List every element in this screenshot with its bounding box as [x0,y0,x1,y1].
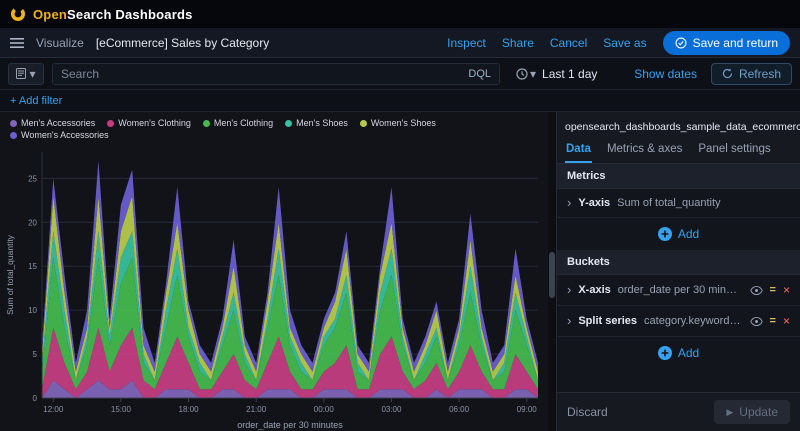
metric-row-y-axis[interactable]: › Y-axis Sum of total_quantity [557,189,800,218]
refresh-button[interactable]: Refresh [710,62,792,85]
editor-body: Metrics › Y-axis Sum of total_quantity A… [557,164,800,392]
show-dates-link[interactable]: Show dates [634,67,697,81]
remove-bucket-icon[interactable]: × [783,314,790,328]
tab-panel-settings[interactable]: Panel settings [697,139,771,163]
y-tick-label: 0 [33,394,38,403]
time-range-value[interactable]: Last 1 day [542,67,597,81]
x-tick-label: 00:00 [314,405,335,414]
eye-icon[interactable] [749,316,763,327]
legend-label: Women's Accessories [21,130,109,140]
legend-swatch [202,119,210,127]
share-link[interactable]: Share [502,36,534,50]
legend-label: Women's Clothing [118,118,191,128]
legend-item[interactable]: Women's Clothing [107,118,191,128]
legend-item[interactable]: Men's Shoes [285,118,348,128]
x-tick-label: 03:00 [381,405,402,414]
bucket-row-split-series[interactable]: › Split series category.keyword: Descend… [557,306,800,337]
vis-editor-sidebar: opensearch_dashboards_sample_data_ecomme… [556,112,800,431]
chevron-right-icon: › [567,195,572,210]
legend-item[interactable]: Women's Shoes [359,118,436,128]
add-bucket-button[interactable]: Add [557,337,800,369]
breadcrumb-visualize[interactable]: Visualize [36,36,84,50]
y-tick-label: 10 [28,306,37,315]
top-brand-bar: OpenSearch Dashboards [0,0,800,28]
check-circle-icon [675,37,687,49]
x-tick-label: 06:00 [449,405,470,414]
chart-legend: Men's Accessories Women's Clothing Men's C… [4,116,548,144]
chevron-right-icon: › [567,313,572,328]
scrollbar-thumb[interactable] [549,252,555,298]
x-tick-label: 15:00 [111,405,132,414]
legend-swatch [107,119,115,127]
plus-circle-icon [657,346,672,360]
tab-metrics-axes[interactable]: Metrics & axes [606,139,683,163]
index-pattern-title: opensearch_dashboards_sample_data_ecomme… [565,120,800,133]
chevron-down-icon: ▾ [29,66,36,81]
main-content: Men's Accessories Women's Clothing Men's C… [0,112,800,431]
chevron-down-icon: ▾ [530,66,537,81]
eye-icon[interactable] [749,285,763,296]
add-filter-button[interactable]: + Add filter [10,95,62,107]
query-language-button[interactable]: DQL [468,68,491,80]
saved-query-icon [16,68,27,79]
nav-bar: Visualize [eCommerce] Sales by Category … [0,28,800,58]
legend-swatch [10,119,17,127]
legend-label: Men's Accessories [21,118,96,128]
stacked-area-chart[interactable]: 0 5 10 15 20 25 12:00 15:00 18:00 21:00 00:00 03:00… [4,144,544,431]
editor-tabs: Data Metrics & axes Panel settings [557,139,800,164]
search-input[interactable] [61,66,463,81]
visualization-area: Men's Accessories Women's Clothing Men's C… [0,112,548,431]
query-bar: ▾ DQL ▾ Last 1 day Show dates Refresh [0,58,800,90]
app-logo-text: OpenSearch Dashboards [33,6,193,22]
legend-item[interactable]: Men's Clothing [202,118,274,128]
legend-label: Women's Shoes [370,118,436,128]
bucket-row-x-axis[interactable]: › X-axis order_date per 30 minutes = × [557,275,800,306]
legend-label: Men's Clothing [213,118,274,128]
inspect-link[interactable]: Inspect [447,36,486,50]
y-tick-label: 5 [33,350,38,359]
legend-item[interactable]: Men's Accessories [10,118,95,128]
vertical-scrollbar[interactable] [548,112,556,431]
save-as-link[interactable]: Save as [603,36,646,50]
drag-handle-icon[interactable]: = [770,284,776,296]
breadcrumb-page-title: [eCommerce] Sales by Category [95,35,270,50]
y-axis-title: Sum of total_quantity [5,234,15,315]
x-tick-label: 12:00 [43,405,64,414]
x-axis-title: order_date per 30 minutes [237,420,343,430]
remove-bucket-icon[interactable]: × [783,283,790,297]
discard-button[interactable]: Discard [567,405,608,419]
buckets-section-header: Buckets [557,250,800,275]
search-field-wrapper: DQL [52,62,500,85]
legend-swatch [285,119,293,127]
x-tick-label: 09:00 [517,405,538,414]
legend-label: Men's Shoes [296,118,348,128]
chevron-right-icon: › [567,282,572,297]
play-icon: ▶ [726,406,734,417]
legend-swatch [10,131,17,139]
filter-bar: + Add filter [0,90,800,112]
y-tick-label: 20 [28,218,37,227]
editor-footer: Discard ▶ Update [557,392,800,431]
save-and-return-button[interactable]: Save and return [662,30,790,55]
legend-item[interactable]: Women's Accessories [10,130,109,140]
opensearch-logo-icon [10,6,26,22]
y-tick-label: 15 [28,262,37,271]
refresh-icon [722,68,733,79]
update-button[interactable]: ▶ Update [714,400,790,424]
add-metric-button[interactable]: Add [557,218,800,250]
legend-swatch [359,119,367,127]
plus-circle-icon [657,227,672,241]
x-tick-label: 18:00 [179,405,200,414]
quick-select-time-button[interactable]: ▾ [516,67,536,81]
clock-icon [516,67,528,80]
tab-data[interactable]: Data [565,139,592,163]
hamburger-menu-icon[interactable] [10,37,24,49]
time-picker-group: ▾ Last 1 day [508,67,597,81]
saved-query-menu-button[interactable]: ▾ [8,62,44,85]
x-tick-label: 21:00 [246,405,267,414]
metrics-section-header: Metrics [557,164,800,189]
drag-handle-icon[interactable]: = [770,315,776,327]
y-tick-label: 25 [28,174,37,183]
cancel-link[interactable]: Cancel [550,36,587,50]
